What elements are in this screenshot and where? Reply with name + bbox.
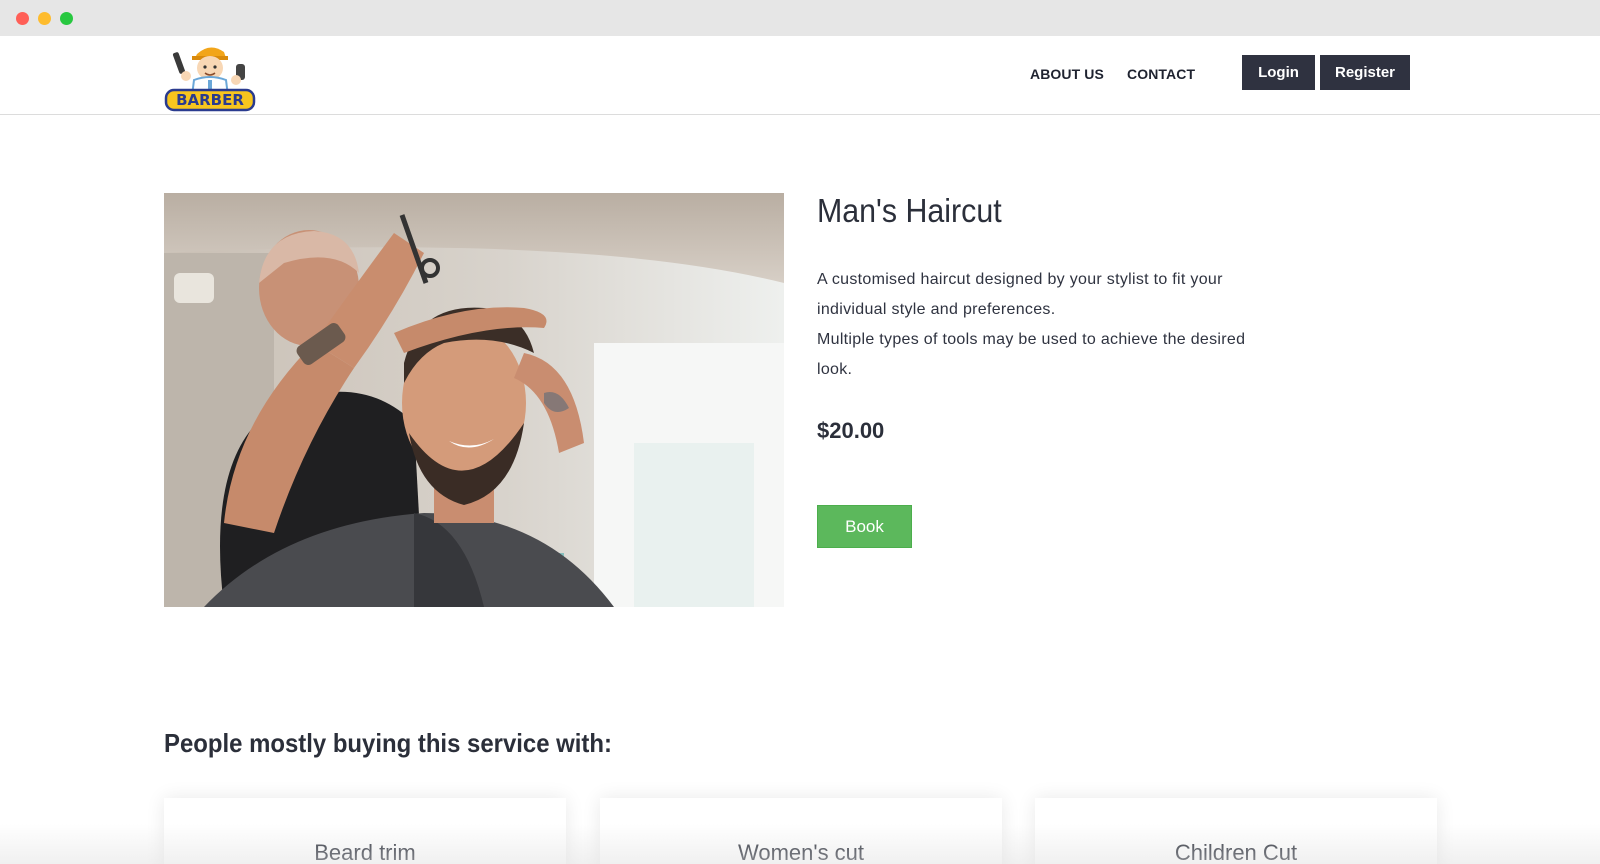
product-title: Man's Haircut — [817, 192, 1002, 229]
logo-text: BARBER — [176, 91, 244, 109]
zoom-window-button[interactable] — [60, 12, 73, 25]
description-line-1: A customised haircut designed by your st… — [817, 271, 1223, 318]
book-button[interactable]: Book — [817, 505, 912, 548]
haircut-photo — [164, 193, 784, 607]
related-card-womens-cut[interactable]: Women's cut — [600, 798, 1002, 864]
related-card-beard-trim[interactable]: Beard trim — [164, 798, 566, 864]
related-heading: People mostly buying this service with: — [164, 728, 612, 758]
product-description: A customised haircut designed by your st… — [817, 265, 1257, 385]
close-window-button[interactable] — [16, 12, 29, 25]
window-titlebar — [0, 0, 1600, 36]
nav-about-us[interactable]: ABOUT US — [1030, 66, 1104, 82]
barber-logo[interactable]: BARBER — [164, 40, 256, 112]
description-line-2: Multiple types of tools may be used to a… — [817, 331, 1246, 378]
barber-mascot-icon: BARBER — [164, 47, 256, 112]
nav-contact[interactable]: CONTACT — [1127, 66, 1195, 82]
login-button[interactable]: Login — [1242, 55, 1315, 90]
related-card-title: Beard trim — [314, 840, 416, 864]
related-card-children-cut[interactable]: Children Cut — [1035, 798, 1437, 864]
related-card-title: Children Cut — [1174, 840, 1298, 864]
product-price: $20.00 — [817, 418, 885, 443]
register-button[interactable]: Register — [1320, 55, 1410, 90]
site-header: BARBER ABOUT US CONTACT Login Register — [0, 36, 1600, 115]
minimize-window-button[interactable] — [38, 12, 51, 25]
related-card-title: Women's cut — [737, 840, 865, 864]
